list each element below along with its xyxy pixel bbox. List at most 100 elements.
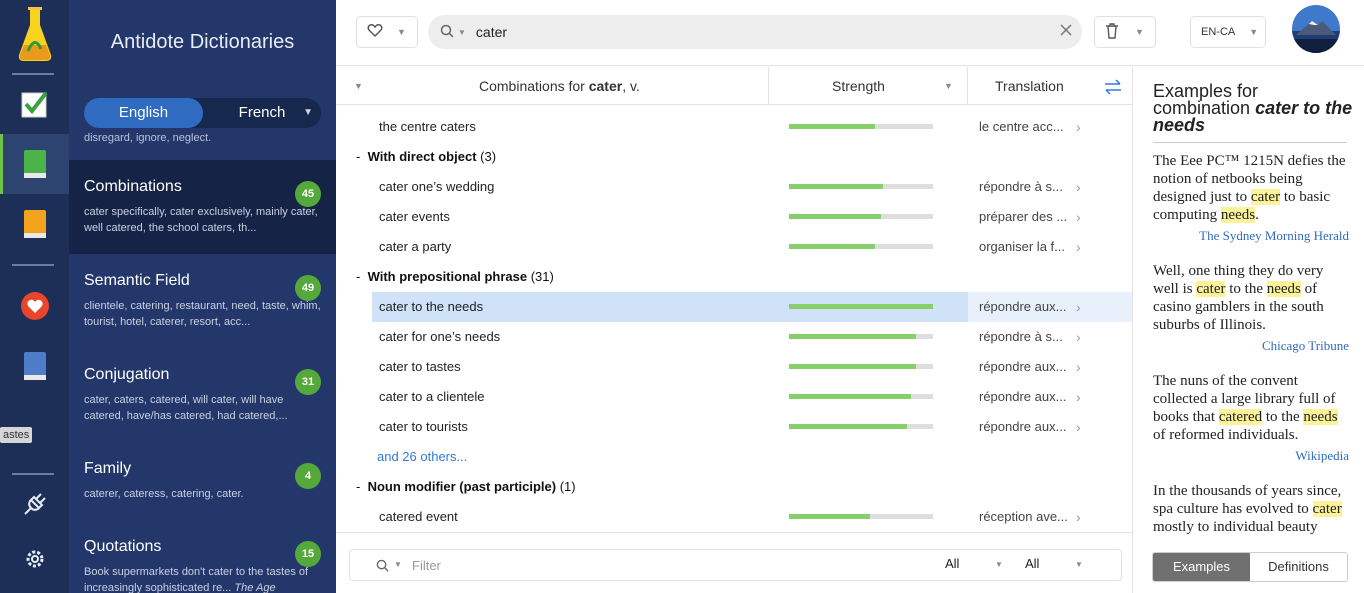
locale-label: EN-CA bbox=[1201, 26, 1236, 38]
chevron-down-icon[interactable]: ▼ bbox=[944, 67, 953, 105]
column-divider bbox=[967, 67, 968, 105]
examples-panel: Examples for combination cater to the ne… bbox=[1133, 67, 1364, 593]
chevron-right-icon[interactable]: › bbox=[1076, 112, 1081, 142]
filter-select-2[interactable]: All bbox=[1025, 556, 1039, 571]
search-input[interactable] bbox=[475, 24, 1036, 40]
strength-bar bbox=[789, 214, 933, 219]
combination-text: cater for one’s needs bbox=[379, 329, 501, 344]
translation-text: réception ave... bbox=[979, 509, 1068, 524]
chevron-down-icon[interactable]: ▼ bbox=[995, 560, 1003, 569]
strength-fill bbox=[789, 424, 908, 429]
language-english[interactable]: English bbox=[84, 98, 203, 128]
collapse-sign[interactable]: - bbox=[356, 479, 360, 494]
group-label: - With direct object (3) bbox=[356, 142, 496, 172]
table-row[interactable]: catered event réception ave... › bbox=[336, 502, 1132, 532]
collapse-sign[interactable]: - bbox=[356, 269, 360, 284]
examples-list: The Eee PC™ 1215N defies the notion of n… bbox=[1153, 152, 1349, 537]
tab-definitions[interactable]: Definitions bbox=[1250, 553, 1347, 581]
table-row[interactable]: cater for one’s needs répondre à s... › bbox=[336, 322, 1132, 352]
group-count: (3) bbox=[480, 149, 497, 164]
group-header[interactable]: - With direct object (3) bbox=[336, 142, 1132, 172]
swap-arrows-icon[interactable] bbox=[1104, 67, 1122, 105]
column-header-strength[interactable]: Strength bbox=[832, 67, 885, 105]
chevron-down-icon[interactable]: ▼ bbox=[394, 560, 402, 569]
rail-separator bbox=[12, 73, 54, 75]
group-header[interactable]: - Noun modifier (past participle) (1) bbox=[336, 472, 1132, 502]
dict-description: caterer, cateress, catering, cater. bbox=[84, 488, 244, 500]
combination-text: cater a party bbox=[379, 239, 452, 254]
chevron-right-icon[interactable]: › bbox=[1076, 172, 1081, 202]
gear-icon[interactable] bbox=[0, 541, 69, 577]
flask-logo-icon[interactable] bbox=[0, 4, 69, 64]
more-link[interactable]: and 26 others... bbox=[377, 442, 467, 472]
blue-book-icon[interactable] bbox=[0, 346, 69, 386]
chevron-right-icon[interactable]: › bbox=[1076, 202, 1081, 232]
trash-icon bbox=[1105, 22, 1119, 42]
translation-text: répondre à s... bbox=[979, 179, 1063, 194]
table-row[interactable]: cater to tourists répondre aux... › bbox=[336, 412, 1132, 442]
chevron-right-icon[interactable]: › bbox=[1076, 292, 1081, 322]
trash-button[interactable]: ▼ bbox=[1094, 16, 1156, 48]
dict-description: cater specifically, cater exclusively, m… bbox=[84, 206, 318, 234]
dict-quotations[interactable]: Quotations 15 Book supermarkets don't ca… bbox=[69, 520, 336, 593]
highlighted-word: needs bbox=[1220, 207, 1256, 223]
table-row[interactable]: cater one’s wedding répondre à s... › bbox=[336, 172, 1132, 202]
collapse-sign[interactable]: - bbox=[356, 149, 360, 164]
table-row[interactable]: cater events préparer des ... › bbox=[336, 202, 1132, 232]
chevron-down-icon[interactable]: ▼ bbox=[1075, 560, 1083, 569]
column-header-translation[interactable]: Translation bbox=[995, 67, 1064, 105]
chevron-right-icon[interactable]: › bbox=[1076, 232, 1081, 262]
dict-combinations[interactable]: Combinations 45 cater specifically, cate… bbox=[69, 160, 336, 254]
translation-text: le centre acc... bbox=[979, 119, 1064, 134]
chevron-right-icon[interactable]: › bbox=[1076, 382, 1081, 412]
dict-semantic-field[interactable]: Semantic Field 49 clientele, catering, r… bbox=[69, 254, 336, 348]
table-row[interactable]: cater a party organiser la f... › bbox=[336, 232, 1132, 262]
green-book-icon[interactable] bbox=[0, 144, 69, 184]
strength-bar bbox=[789, 424, 933, 429]
example-sentence: Well, one thing they do very well is cat… bbox=[1153, 262, 1349, 355]
example-source-link[interactable]: Chicago Tribune bbox=[1153, 337, 1349, 355]
dict-name: Quotations bbox=[84, 538, 162, 555]
table-row[interactable]: cater to the needs répondre aux... › bbox=[336, 292, 1132, 322]
avatar[interactable] bbox=[1292, 5, 1340, 53]
chevron-right-icon[interactable]: › bbox=[1076, 412, 1081, 442]
chevron-right-icon[interactable]: › bbox=[1076, 502, 1081, 532]
column-header-combinations[interactable]: Combinations for cater, v. bbox=[479, 67, 640, 105]
search-icon[interactable] bbox=[440, 24, 454, 41]
chevron-down-icon[interactable]: ▼ bbox=[458, 28, 466, 37]
orange-book-icon[interactable] bbox=[0, 204, 69, 244]
chevron-down-icon[interactable]: ▼ bbox=[354, 67, 363, 105]
plug-icon[interactable] bbox=[0, 486, 69, 522]
heart-icon[interactable] bbox=[0, 286, 69, 326]
locale-select[interactable]: EN-CA ▼ bbox=[1190, 16, 1266, 48]
example-source-link[interactable]: Wikipedia bbox=[1153, 447, 1349, 465]
dict-description: Book supermarkets don't cater to the tas… bbox=[84, 564, 321, 593]
group-header[interactable]: - With prepositional phrase (31) bbox=[336, 262, 1132, 292]
table-row[interactable]: cater to tastes répondre aux... › bbox=[336, 352, 1132, 382]
strength-fill bbox=[789, 184, 883, 189]
translation-text: répondre aux... bbox=[979, 419, 1067, 434]
combination-text: cater one’s wedding bbox=[379, 179, 495, 194]
search-icon[interactable] bbox=[376, 559, 389, 575]
example-text: . bbox=[1255, 207, 1259, 223]
table-row[interactable]: the centre caters le centre acc... › bbox=[336, 112, 1132, 142]
filter-select-1[interactable]: All bbox=[945, 556, 959, 571]
checkmark-icon[interactable] bbox=[0, 84, 69, 124]
tab-examples[interactable]: Examples bbox=[1153, 553, 1250, 581]
table-row[interactable]: cater to a clientele répondre aux... › bbox=[336, 382, 1132, 412]
filter-input[interactable]: Filter bbox=[412, 558, 441, 573]
highlighted-word: cater bbox=[1250, 189, 1281, 205]
example-source-link[interactable]: The Sydney Morning Herald bbox=[1153, 227, 1349, 245]
example-sentence: In the thousands of years since, spa cul… bbox=[1153, 482, 1349, 537]
more-link-row[interactable]: and 26 others... bbox=[336, 442, 1132, 472]
chevron-right-icon[interactable]: › bbox=[1076, 322, 1081, 352]
count-badge: 15 bbox=[295, 541, 321, 567]
combination-text: cater events bbox=[379, 209, 450, 224]
dict-conjugation[interactable]: Conjugation 31 cater, caters, catered, w… bbox=[69, 348, 336, 442]
clear-icon[interactable] bbox=[1060, 24, 1072, 39]
chevron-down-icon[interactable]: ▼ bbox=[303, 107, 313, 118]
examples-heading: Examples for combination cater to the ne… bbox=[1153, 82, 1353, 134]
chevron-down-icon: ▼ bbox=[1135, 27, 1144, 37]
favorites-button[interactable]: ▼ bbox=[356, 16, 418, 48]
chevron-right-icon[interactable]: › bbox=[1076, 352, 1081, 382]
